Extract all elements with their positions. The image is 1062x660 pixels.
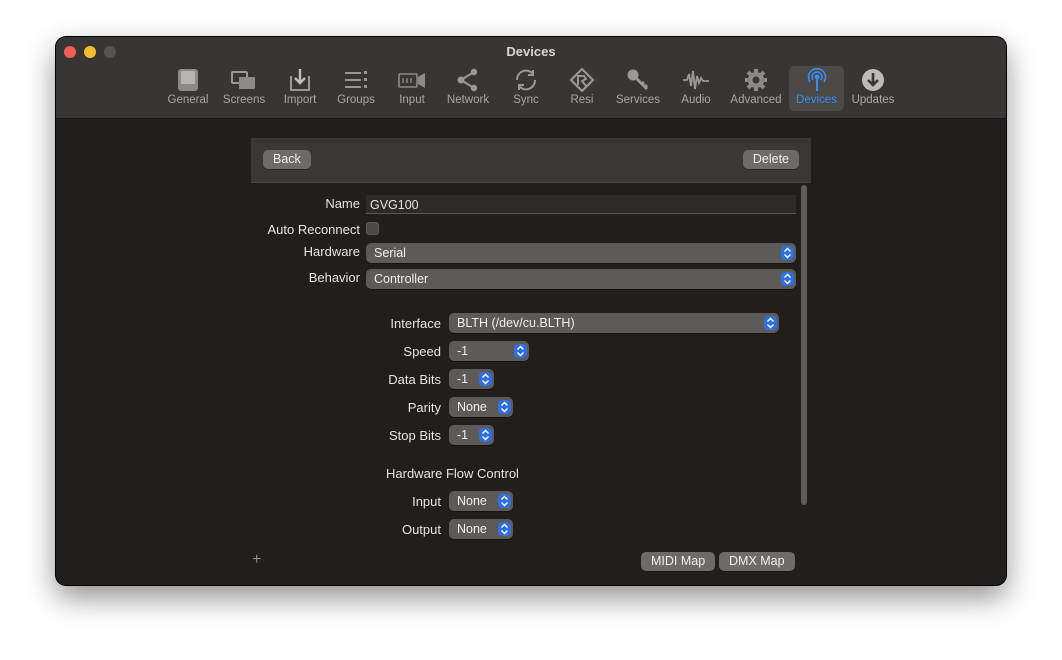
parity-popup[interactable]: None	[449, 397, 513, 417]
back-button[interactable]: Back	[263, 150, 311, 169]
import-icon	[290, 69, 310, 91]
hardware-stepper-icon	[781, 246, 794, 260]
interface-value: BLTH (/dev/cu.BLTH)	[457, 316, 575, 330]
hardware-label: Hardware	[303, 244, 360, 259]
interface-popup[interactable]: BLTH (/dev/cu.BLTH)	[449, 313, 779, 333]
input-stepper-icon	[498, 494, 511, 508]
stop-bits-popup[interactable]: -1	[449, 425, 494, 445]
parity-label: Parity	[407, 400, 441, 415]
sync-icon	[515, 69, 537, 91]
output-value: None	[457, 522, 487, 536]
dmx-map-button[interactable]: DMX Map	[719, 552, 795, 571]
toolbar-label-devices: Devices	[796, 94, 837, 106]
input-icon	[398, 73, 425, 88]
behavior-popup[interactable]: Controller	[366, 269, 796, 289]
titlebar: Devices General Screens Import Groups In…	[56, 37, 1006, 119]
output-popup[interactable]: None	[449, 519, 513, 539]
toolbar-item-input[interactable]: Input	[392, 66, 432, 111]
toolbar-item-devices[interactable]: Devices	[789, 66, 844, 111]
screens-icon	[231, 71, 255, 89]
vertical-scrollbar[interactable]	[801, 185, 807, 505]
toolbar-label-advanced: Advanced	[730, 94, 782, 106]
parity-value: None	[457, 400, 487, 414]
data-bits-stepper-icon	[479, 372, 492, 386]
toolbar-label-services: Services	[615, 94, 661, 106]
output-label: Output	[401, 522, 441, 537]
speed-stepper-icon	[514, 344, 527, 358]
general-icon	[178, 69, 198, 91]
device-header-bar: Back Delete	[251, 138, 811, 183]
speed-popup[interactable]: -1	[449, 341, 529, 361]
devices-icon	[807, 68, 826, 91]
behavior-stepper-icon	[781, 272, 794, 286]
toolbar-label-sync: Sync	[513, 94, 539, 106]
toolbar-label-resi: Resi	[570, 94, 594, 106]
output-stepper-icon	[498, 522, 511, 536]
toolbar-label-input: Input	[399, 94, 425, 106]
parity-stepper-icon	[498, 400, 511, 414]
toolbar-label-screens: Screens	[222, 94, 266, 106]
flow-control-heading: Hardware Flow Control	[386, 466, 519, 481]
auto-reconnect-label: Auto Reconnect	[267, 222, 360, 237]
network-icon	[457, 68, 478, 92]
hardware-value: Serial	[374, 246, 406, 260]
midi-map-button[interactable]: MIDI Map	[641, 552, 716, 571]
stop-bits-label: Stop Bits	[388, 428, 441, 443]
toolbar-item-services[interactable]: Services	[614, 66, 662, 111]
name-field[interactable]: GVG100	[366, 195, 796, 214]
hardware-popup[interactable]: Serial	[366, 243, 796, 263]
stop-bits-stepper-icon	[479, 428, 492, 442]
toolbar-label-network: Network	[446, 94, 490, 106]
toolbar-item-updates[interactable]: Updates	[850, 66, 896, 111]
data-bits-popup[interactable]: -1	[449, 369, 494, 389]
speed-value: -1	[457, 344, 469, 358]
behavior-value: Controller	[374, 272, 429, 286]
audio-icon	[683, 70, 709, 90]
updates-icon	[862, 69, 884, 91]
groups-icon	[345, 71, 367, 88]
toolbar-item-groups[interactable]: Groups	[334, 66, 378, 111]
toolbar-item-general[interactable]: General	[166, 66, 210, 111]
toolbar-item-resi[interactable]: Resi	[564, 66, 600, 111]
add-device-button[interactable]: +	[252, 551, 261, 569]
advanced-icon	[745, 69, 767, 91]
preferences-window: Devices General Screens Import Groups In…	[56, 37, 1006, 585]
toolbar-item-import[interactable]: Import	[278, 66, 322, 111]
delete-button[interactable]: Delete	[742, 150, 799, 169]
input-popup[interactable]: None	[449, 491, 513, 511]
toolbar-label-audio: Audio	[681, 94, 711, 106]
speed-label: Speed	[403, 344, 441, 359]
resi-icon	[569, 68, 595, 92]
services-icon	[627, 69, 649, 91]
toolbar-item-advanced[interactable]: Advanced	[728, 66, 784, 111]
data-bits-label: Data Bits	[388, 372, 441, 387]
input-label: Input	[412, 494, 441, 509]
interface-stepper-icon	[764, 316, 777, 330]
name-label: Name	[325, 196, 360, 211]
behavior-label: Behavior	[308, 270, 360, 285]
toolbar-label-groups: Groups	[337, 94, 375, 106]
toolbar-label-import: Import	[283, 94, 317, 106]
interface-label: Interface	[390, 316, 441, 331]
toolbar-item-screens[interactable]: Screens	[220, 66, 268, 111]
window-title: Devices	[506, 44, 556, 59]
auto-reconnect-checkbox[interactable]	[366, 222, 379, 235]
toolbar-label-general: General	[167, 94, 209, 106]
toolbar-item-network[interactable]: Network	[444, 66, 492, 111]
toolbar-item-audio[interactable]: Audio	[676, 66, 716, 111]
toolbar-label-updates: Updates	[851, 94, 895, 106]
stop-bits-value: -1	[457, 428, 469, 442]
input-value: None	[457, 494, 487, 508]
data-bits-value: -1	[457, 372, 469, 386]
toolbar-item-sync[interactable]: Sync	[508, 66, 544, 111]
